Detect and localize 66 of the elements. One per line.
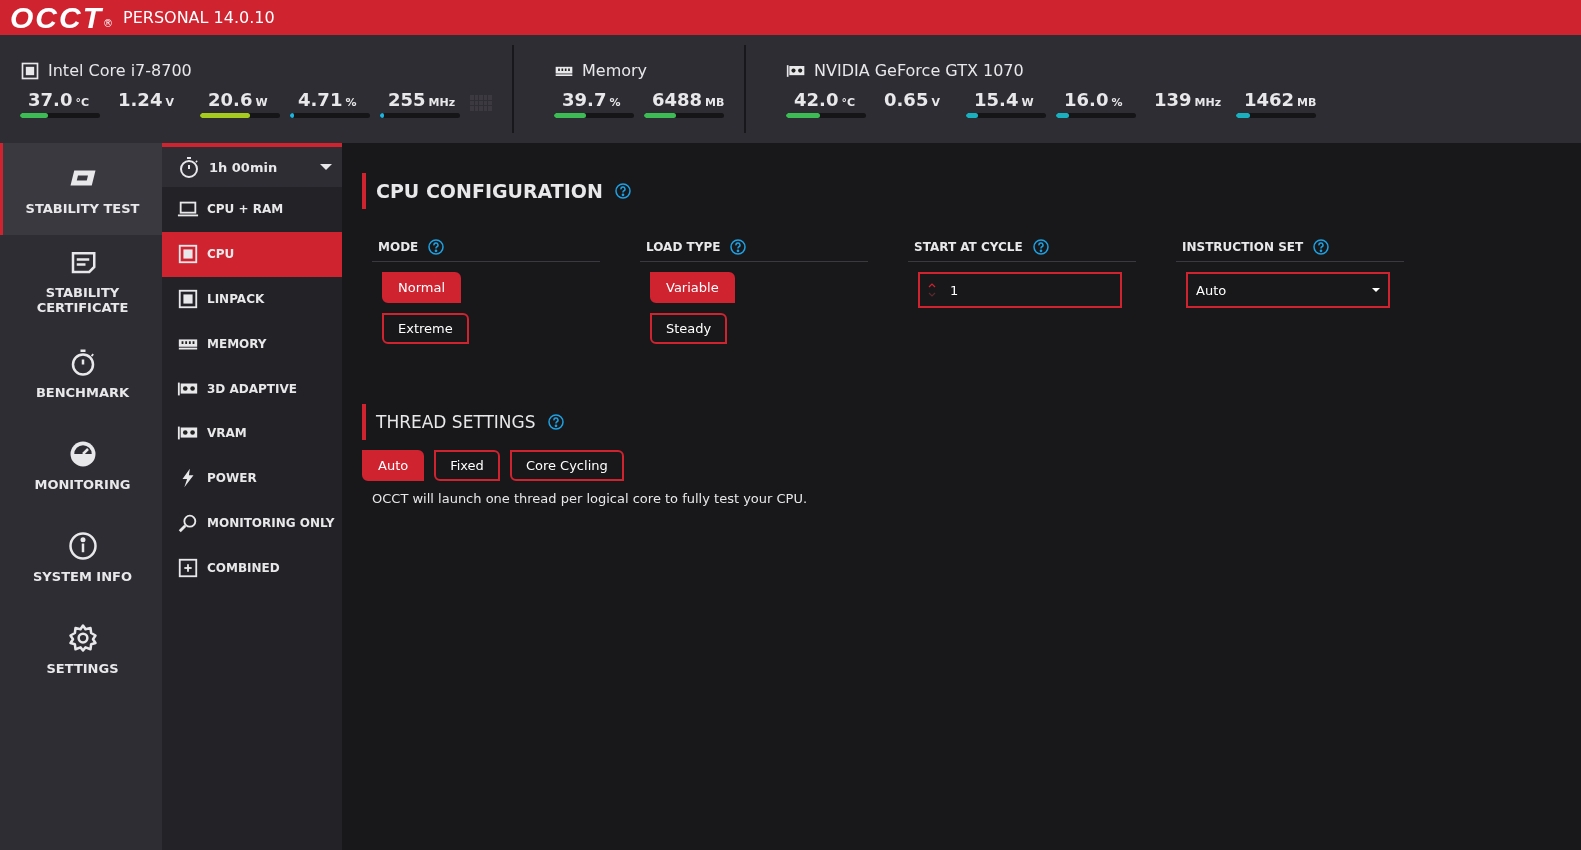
nav-item[interactable]: BENCHMARK bbox=[0, 327, 162, 419]
device-name: Intel Core i7-8700 bbox=[48, 61, 192, 80]
thread-description: OCCT will launch one thread per logical core to fully test your CPU. bbox=[372, 491, 809, 506]
option-button[interactable]: Extreme bbox=[382, 313, 469, 344]
settings-icon bbox=[67, 622, 98, 653]
device-name: Memory bbox=[582, 61, 648, 80]
registered-mark: ® bbox=[103, 18, 113, 29]
sensor-reading: 1.24 V bbox=[117, 88, 174, 110]
sensor-reading: 20.6 W bbox=[207, 88, 268, 110]
column-label: LOAD TYPE bbox=[646, 240, 721, 254]
option-button[interactable]: Steady bbox=[650, 313, 728, 344]
sensor-reading: 39.7 % bbox=[561, 88, 621, 110]
test-item[interactable]: 3D ADAPTIVE bbox=[162, 366, 342, 411]
sensor-reading: 6488 MB bbox=[651, 88, 725, 110]
option-button[interactable]: Fixed bbox=[434, 450, 500, 481]
caret-icon bbox=[320, 164, 332, 170]
test-item[interactable]: POWER bbox=[162, 455, 342, 501]
test-item[interactable]: CPU + RAM bbox=[162, 187, 342, 232]
sensor-reading: 37.0 °C bbox=[27, 88, 89, 110]
app-logo: OCCT bbox=[10, 2, 103, 33]
nav-item[interactable]: STABILITY CERTIFICATE bbox=[0, 235, 162, 327]
nav-item[interactable]: STABILITY TEST bbox=[0, 143, 162, 235]
test-item[interactable]: MONITORING ONLY bbox=[162, 500, 342, 546]
chip-icon bbox=[20, 60, 40, 81]
sensor-reading: 42.0 °C bbox=[793, 88, 855, 110]
plus-icon bbox=[177, 556, 199, 579]
help-icon[interactable] bbox=[428, 239, 445, 255]
section-title: THREAD SETTINGS bbox=[376, 412, 536, 432]
sensor-reading: 0.65 V bbox=[883, 88, 940, 110]
option-button[interactable]: Normal bbox=[382, 272, 462, 303]
option-button[interactable]: Variable bbox=[650, 272, 735, 303]
nav-item[interactable]: MONITORING bbox=[0, 419, 162, 511]
cycle-input[interactable]: 1 bbox=[918, 272, 1122, 308]
chip-icon bbox=[177, 243, 199, 266]
edition-label: PERSONAL 14.0.10 bbox=[123, 8, 275, 27]
nav-item[interactable]: SYSTEM INFO bbox=[0, 511, 162, 603]
nav-item[interactable]: SETTINGS bbox=[0, 603, 162, 695]
test-item[interactable]: MEMORY bbox=[162, 321, 342, 367]
help-icon[interactable] bbox=[614, 183, 631, 199]
test-item[interactable]: COMBINED bbox=[162, 545, 342, 591]
sensor-reading: 4.71 % bbox=[297, 88, 357, 110]
device-name: NVIDIA GeForce GTX 1070 bbox=[814, 61, 1024, 80]
help-icon[interactable] bbox=[730, 239, 747, 255]
help-icon[interactable] bbox=[1032, 239, 1049, 255]
info-icon bbox=[67, 530, 98, 561]
help-icon[interactable] bbox=[547, 414, 564, 430]
sensor-reading: 1462 MB bbox=[1243, 88, 1317, 110]
sensor-reading: 139 MHz bbox=[1153, 88, 1222, 110]
instruction-set-dropdown[interactable]: Auto bbox=[1186, 272, 1390, 308]
chip-icon bbox=[177, 288, 199, 310]
test-item[interactable]: LINPACK bbox=[162, 276, 342, 322]
sensor-reading: 255 MHz bbox=[387, 88, 456, 110]
caret-icon bbox=[1372, 288, 1380, 292]
duration-dropdown[interactable]: 1h 00min bbox=[162, 143, 342, 187]
column-label: MODE bbox=[378, 240, 419, 254]
section-title: CPU CONFIGURATION bbox=[376, 180, 603, 202]
help-icon[interactable] bbox=[1313, 239, 1330, 255]
sensor-reading: 15.4 W bbox=[973, 88, 1034, 110]
sensor-reading: 16.0 % bbox=[1063, 88, 1123, 110]
option-button[interactable]: Core Cycling bbox=[509, 450, 624, 481]
stopwatch-icon bbox=[177, 155, 201, 179]
test-item[interactable]: CPU bbox=[162, 231, 342, 277]
column-label: INSTRUCTION SET bbox=[1182, 240, 1304, 254]
column-label: START AT CYCLE bbox=[914, 240, 1023, 254]
option-button[interactable]: Auto bbox=[362, 450, 425, 481]
test-item[interactable]: VRAM bbox=[162, 411, 342, 456]
